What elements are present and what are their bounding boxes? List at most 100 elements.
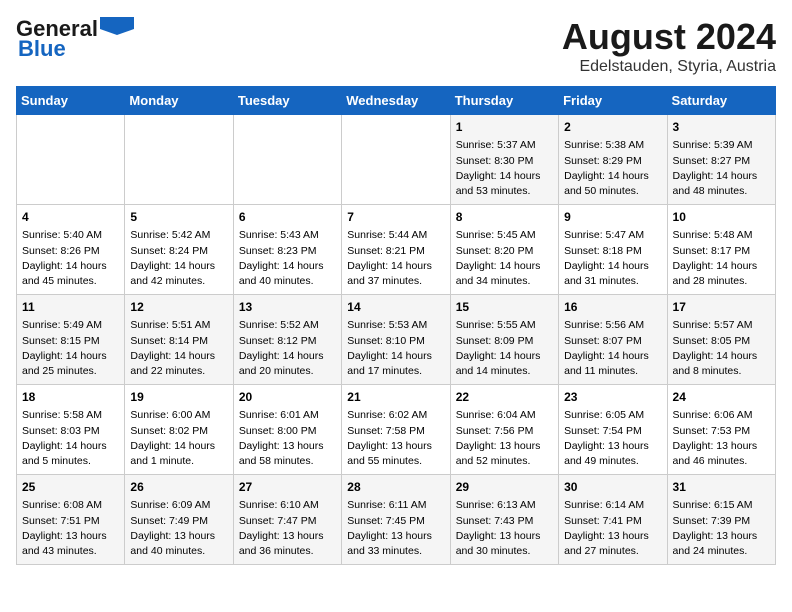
day-info-line: Daylight: 13 hours — [673, 529, 770, 544]
calendar-cell: 11Sunrise: 5:49 AMSunset: 8:15 PMDayligh… — [17, 295, 125, 385]
day-info-line: Sunset: 7:58 PM — [347, 424, 444, 439]
day-number: 5 — [130, 209, 227, 226]
day-info-line: and 27 minutes. — [564, 544, 661, 559]
calendar-cell: 4 Sunrise: 5:40 AMSunset: 8:26 PMDaylight… — [17, 205, 125, 295]
day-info-line: Sunrise: 5:57 AM — [673, 318, 770, 333]
day-info-line: Sunset: 7:53 PM — [673, 424, 770, 439]
day-info-line: Sunrise: 5:38 AM — [564, 138, 661, 153]
calendar-week-row: 11Sunrise: 5:49 AMSunset: 8:15 PMDayligh… — [17, 295, 776, 385]
day-info-line: and 42 minutes. — [130, 274, 227, 289]
calendar-week-row: 4Sunrise: 5:40 AMSunset: 8:26 PMDaylight… — [17, 205, 776, 295]
day-info-line: Daylight: 14 hours — [564, 349, 661, 364]
day-info-line: Daylight: 14 hours — [347, 259, 444, 274]
day-number: 13 — [239, 299, 336, 316]
day-info-line: Sunset: 8:24 PM — [130, 244, 227, 259]
day-info-line: Sunset: 8:05 PM — [673, 334, 770, 349]
location-subtitle: Edelstauden, Styria, Austria — [562, 58, 776, 76]
calendar-cell — [17, 115, 125, 205]
day-info-line: and 34 minutes. — [456, 274, 553, 289]
day-info-line: Sunrise: 6:00 AM — [130, 408, 227, 423]
day-info-line: and 49 minutes. — [564, 454, 661, 469]
day-info-line: Daylight: 13 hours — [564, 439, 661, 454]
calendar-cell: 30Sunrise: 6:14 AMSunset: 7:41 PMDayligh… — [559, 475, 667, 565]
day-info-line: and 50 minutes. — [564, 184, 661, 199]
calendar-cell: 29Sunrise: 6:13 AMSunset: 7:43 PMDayligh… — [450, 475, 558, 565]
day-info-line: Sunset: 8:29 PM — [564, 154, 661, 169]
day-info-line: and 24 minutes. — [673, 544, 770, 559]
calendar-cell: 10Sunrise: 5:48 AMSunset: 8:17 PMDayligh… — [667, 205, 775, 295]
col-header-sunday: Sunday — [17, 87, 125, 115]
day-info-line: Sunrise: 5:53 AM — [347, 318, 444, 333]
day-info-line: and 55 minutes. — [347, 454, 444, 469]
calendar-week-row: 18Sunrise: 5:58 AMSunset: 8:03 PMDayligh… — [17, 385, 776, 475]
day-info-line: Daylight: 14 hours — [456, 169, 553, 184]
calendar-cell: 2Sunrise: 5:38 AMSunset: 8:29 PMDaylight… — [559, 115, 667, 205]
day-number: 2 — [564, 119, 661, 136]
day-info-line: Sunrise: 6:13 AM — [456, 498, 553, 513]
day-info-line: Sunrise: 5:37 AM — [456, 138, 553, 153]
day-number: 4 — [22, 209, 119, 226]
day-info-line: and 8 minutes. — [673, 364, 770, 379]
calendar-cell: 21Sunrise: 6:02 AMSunset: 7:58 PMDayligh… — [342, 385, 450, 475]
day-info-line: Sunset: 8:23 PM — [239, 244, 336, 259]
day-info-line: Sunset: 7:54 PM — [564, 424, 661, 439]
day-info-line: Daylight: 14 hours — [564, 259, 661, 274]
day-info-line: and 14 minutes. — [456, 364, 553, 379]
day-info-line: Daylight: 14 hours — [456, 259, 553, 274]
day-info-line: Sunset: 7:47 PM — [239, 514, 336, 529]
calendar-week-row: 1Sunrise: 5:37 AMSunset: 8:30 PMDaylight… — [17, 115, 776, 205]
calendar-cell — [342, 115, 450, 205]
day-info-line: and 33 minutes. — [347, 544, 444, 559]
calendar-cell: 23Sunrise: 6:05 AMSunset: 7:54 PMDayligh… — [559, 385, 667, 475]
day-info-line: and 17 minutes. — [347, 364, 444, 379]
day-number: 8 — [456, 209, 553, 226]
day-info-line: and 40 minutes. — [130, 544, 227, 559]
calendar-cell: 19Sunrise: 6:00 AMSunset: 8:02 PMDayligh… — [125, 385, 233, 475]
col-header-saturday: Saturday — [667, 87, 775, 115]
day-info-line: Sunset: 8:30 PM — [456, 154, 553, 169]
day-info-line: Sunrise: 5:40 AM — [22, 228, 119, 243]
day-info-line: and 5 minutes. — [22, 454, 119, 469]
day-number: 30 — [564, 479, 661, 496]
day-info-line: Daylight: 14 hours — [22, 259, 119, 274]
day-info-line: Daylight: 14 hours — [673, 259, 770, 274]
calendar-cell: 31Sunrise: 6:15 AMSunset: 7:39 PMDayligh… — [667, 475, 775, 565]
calendar-cell: 7Sunrise: 5:44 AMSunset: 8:21 PMDaylight… — [342, 205, 450, 295]
day-info-line: and 58 minutes. — [239, 454, 336, 469]
day-info-line: Sunset: 8:12 PM — [239, 334, 336, 349]
day-number: 7 — [347, 209, 444, 226]
day-info-line: Sunrise: 5:42 AM — [130, 228, 227, 243]
calendar-table: SundayMondayTuesdayWednesdayThursdayFrid… — [16, 86, 776, 565]
day-info-line: Sunset: 7:43 PM — [456, 514, 553, 529]
day-info-line: Sunrise: 6:06 AM — [673, 408, 770, 423]
day-info-line: Sunrise: 6:11 AM — [347, 498, 444, 513]
calendar-cell: 14Sunrise: 5:53 AMSunset: 8:10 PMDayligh… — [342, 295, 450, 385]
day-info-line: Daylight: 13 hours — [347, 529, 444, 544]
day-info-line: Sunrise: 5:49 AM — [22, 318, 119, 333]
day-number: 31 — [673, 479, 770, 496]
day-info-line: and 43 minutes. — [22, 544, 119, 559]
day-info-line: Sunrise: 5:56 AM — [564, 318, 661, 333]
day-info-line: Daylight: 14 hours — [22, 439, 119, 454]
calendar-cell: 24Sunrise: 6:06 AMSunset: 7:53 PMDayligh… — [667, 385, 775, 475]
day-info-line: Sunset: 8:17 PM — [673, 244, 770, 259]
day-info-line: and 22 minutes. — [130, 364, 227, 379]
col-header-tuesday: Tuesday — [233, 87, 341, 115]
day-info-line: Daylight: 13 hours — [673, 439, 770, 454]
day-info-line: Sunset: 8:26 PM — [22, 244, 119, 259]
day-info-line: Sunset: 8:14 PM — [130, 334, 227, 349]
col-header-wednesday: Wednesday — [342, 87, 450, 115]
day-info-line: Sunset: 7:56 PM — [456, 424, 553, 439]
col-header-friday: Friday — [559, 87, 667, 115]
calendar-cell: 15Sunrise: 5:55 AMSunset: 8:09 PMDayligh… — [450, 295, 558, 385]
day-number: 11 — [22, 299, 119, 316]
day-info-line: Sunrise: 6:02 AM — [347, 408, 444, 423]
day-number: 23 — [564, 389, 661, 406]
day-info-line: Sunset: 8:10 PM — [347, 334, 444, 349]
day-info-line: Sunrise: 5:39 AM — [673, 138, 770, 153]
calendar-cell — [125, 115, 233, 205]
day-info-line: Daylight: 13 hours — [456, 529, 553, 544]
day-info-line: Sunrise: 5:52 AM — [239, 318, 336, 333]
day-info-line: Daylight: 14 hours — [347, 349, 444, 364]
day-info-line: Sunrise: 6:09 AM — [130, 498, 227, 513]
